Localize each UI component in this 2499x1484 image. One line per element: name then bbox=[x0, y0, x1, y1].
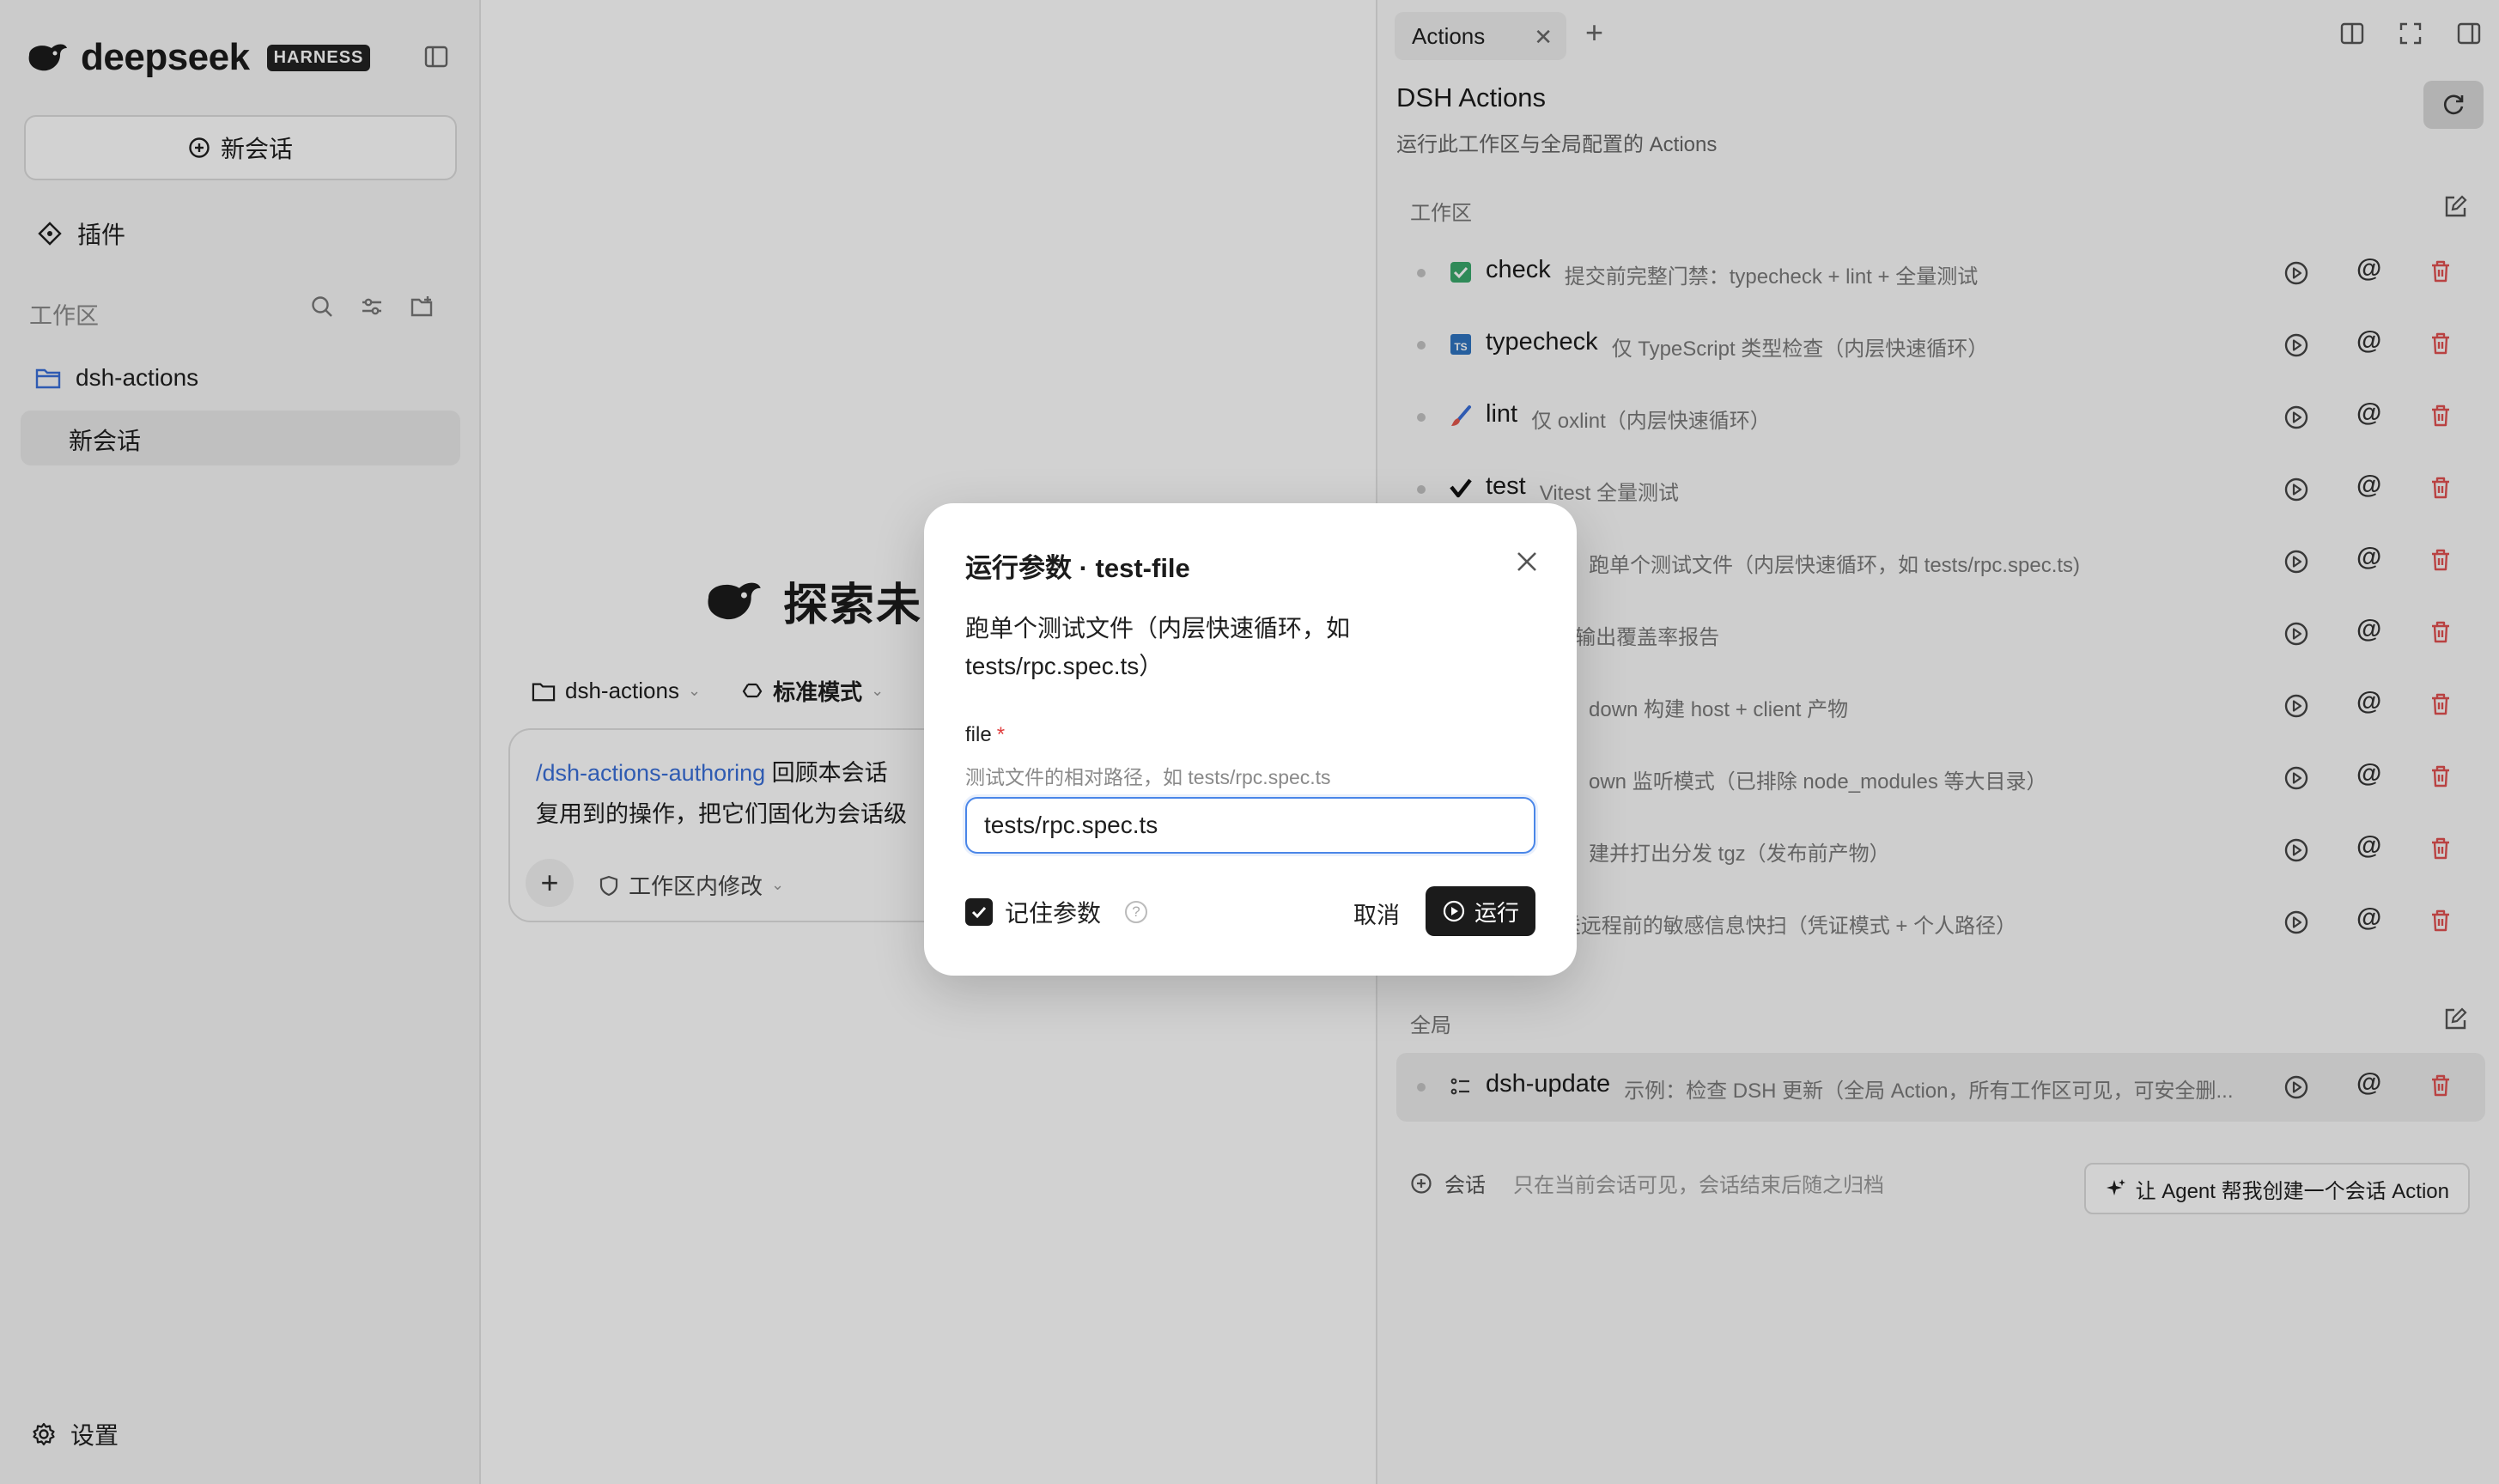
dialog-title: 运行参数 · test-file bbox=[965, 553, 1190, 583]
run-params-dialog: 运行参数 · test-file 跑单个测试文件（内层快速循环，如 tests/… bbox=[924, 503, 1577, 976]
file-field-label: file * bbox=[965, 723, 1005, 747]
file-label-text: file bbox=[965, 723, 992, 746]
run-button[interactable]: 运行 bbox=[1426, 886, 1535, 936]
play-circle-icon bbox=[1443, 900, 1465, 922]
remember-params-checkbox[interactable] bbox=[965, 898, 993, 926]
close-icon[interactable] bbox=[1511, 546, 1542, 577]
remember-params-label: 记住参数 bbox=[1005, 900, 1102, 927]
checkmark-icon bbox=[971, 906, 987, 919]
run-label: 运行 bbox=[1474, 899, 1519, 926]
help-icon[interactable]: ? bbox=[1125, 901, 1148, 923]
file-field-hint: 测试文件的相对路径，如 tests/rpc.spec.ts bbox=[965, 766, 1331, 788]
cancel-button[interactable]: 取消 bbox=[1353, 897, 1400, 930]
dialog-description: 跑单个测试文件（内层快速循环，如 tests/rpc.spec.ts） bbox=[965, 615, 1351, 679]
remember-params-row: 记住参数 ? bbox=[965, 895, 1148, 929]
required-mark: * bbox=[996, 723, 1006, 746]
file-path-input[interactable] bbox=[965, 797, 1535, 854]
